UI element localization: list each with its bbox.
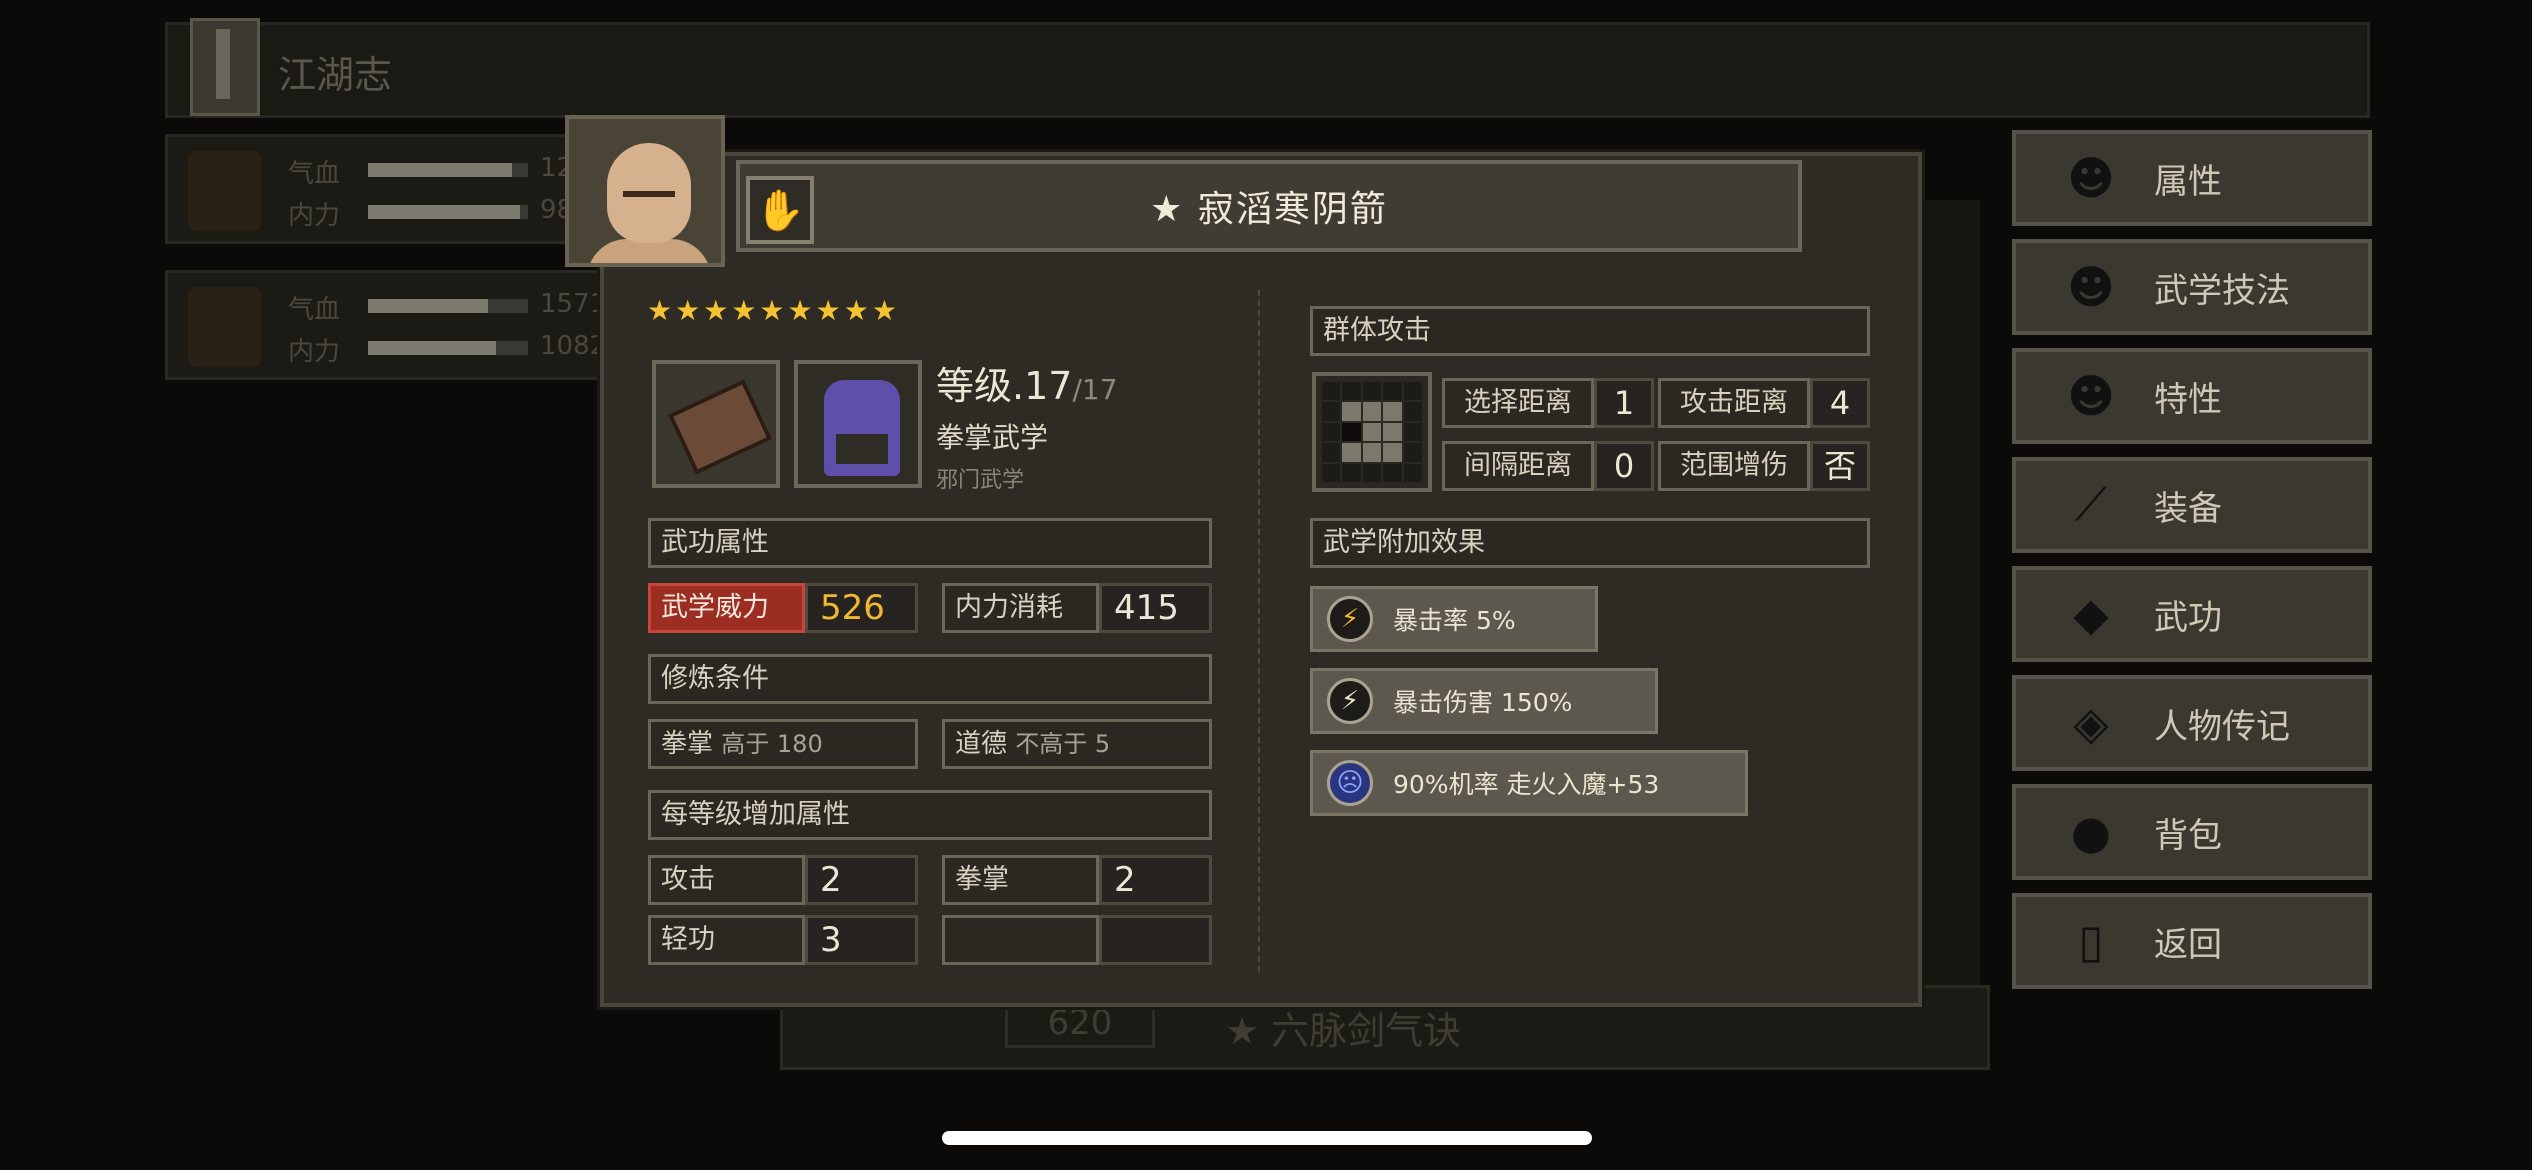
skill-title: ★ 寂滔寒阴箭	[1150, 189, 1388, 230]
stat-value: 否	[1810, 441, 1870, 491]
bag-icon: ●	[2070, 805, 2112, 859]
skill-book-icon[interactable]	[652, 360, 780, 488]
demon-face-icon: ☹	[1327, 760, 1373, 806]
skill-star-rating: ★★★★★★★★★	[647, 294, 900, 327]
hp-label: 气血	[288, 295, 341, 325]
person-aura-icon: ☻	[2067, 260, 2115, 314]
stat-value: 1	[1594, 378, 1654, 428]
stat-value	[1099, 915, 1212, 965]
hp-value: 1571	[540, 289, 607, 319]
menu-inventory-button[interactable]: ● 背包	[2012, 784, 2372, 880]
requirement-item: 拳掌 高于 180	[648, 719, 918, 769]
menu-equipment-button[interactable]: ⟋ 装备	[2012, 457, 2372, 553]
stat-value: 4	[1810, 378, 1870, 428]
power-value: 526	[805, 583, 918, 633]
target-type-header: 群体攻击	[1310, 306, 1870, 356]
book-icon: ◆	[2073, 587, 2109, 641]
skill-sect: 邪门武学	[936, 468, 1025, 493]
power-label: 武学威力	[648, 583, 805, 633]
palm-icon[interactable]: ✋	[746, 176, 814, 244]
mp-label: 内力	[288, 337, 341, 367]
stat-label	[942, 915, 1099, 965]
per-level-header: 每等级增加属性	[648, 790, 1212, 840]
menu-label: 武学技法	[2154, 270, 2290, 311]
menu-label: 人物传记	[2154, 706, 2290, 747]
menu-martial-arts-button[interactable]: ◆ 武功	[2012, 566, 2372, 662]
stat-value: 3	[805, 915, 918, 965]
menu-label: 武功	[2154, 597, 2222, 638]
menu-techniques-button[interactable]: ☻ 武学技法	[2012, 239, 2372, 335]
effects-header: 武学附加效果	[1310, 518, 1870, 568]
stat-label: 攻击	[648, 855, 805, 905]
menu-label: 装备	[2154, 488, 2222, 529]
skill-level: 等级.17/17	[936, 364, 1118, 408]
sword-icon: ⟋	[2074, 477, 2108, 531]
effect-text: 暴击伤害 150%	[1393, 688, 1573, 717]
effect-text: 90%机率 走火入魔+53	[1393, 770, 1660, 799]
character-portrait	[565, 115, 725, 267]
party-card[interactable]: 气血 12 内力 98	[165, 134, 615, 244]
person-icon: ☻	[2067, 151, 2115, 205]
requirements-header: 修炼条件	[648, 654, 1212, 704]
requirement-item: 道德 不高于 5	[942, 719, 1212, 769]
stat-value: 0	[1594, 441, 1654, 491]
menu-label: 属性	[2154, 161, 2222, 202]
party-avatar	[188, 151, 262, 231]
effect-item[interactable]: ⚡ 暴击率 5%	[1310, 586, 1598, 652]
menu-label: 特性	[2154, 379, 2222, 420]
effect-item[interactable]: ⚡ 暴击伤害 150%	[1310, 668, 1658, 734]
stat-label: 间隔距离	[1442, 441, 1594, 491]
lightning-icon: ⚡	[1327, 596, 1373, 642]
stat-label: 攻击距离	[1658, 378, 1810, 428]
column-divider	[1258, 290, 1260, 972]
door-icon: ▯	[2078, 914, 2104, 968]
menu-label: 背包	[2154, 815, 2222, 856]
target-range-grid	[1312, 372, 1432, 492]
evil-school-icon	[794, 360, 922, 488]
stat-value: 2	[1099, 855, 1212, 905]
party-card[interactable]: 气血 1571 内力 1082	[165, 270, 615, 380]
journal-title-bar	[165, 22, 2370, 118]
lightning-icon: ⚡	[1327, 678, 1373, 724]
journal-title: 江湖志	[278, 53, 393, 97]
mp-bar	[368, 205, 528, 219]
menu-traits-button[interactable]: ☻ 特性	[2012, 348, 2372, 444]
stat-label: 选择距离	[1442, 378, 1594, 428]
stat-label: 拳掌	[942, 855, 1099, 905]
hp-bar	[368, 163, 528, 177]
attributes-header: 武功属性	[648, 518, 1212, 568]
menu-biography-button[interactable]: ◈ 人物传记	[2012, 675, 2372, 771]
cost-value: 415	[1099, 583, 1212, 633]
menu-back-button[interactable]: ▯ 返回	[2012, 893, 2372, 989]
party-avatar	[188, 287, 262, 367]
stat-label: 轻功	[648, 915, 805, 965]
mp-bar	[368, 341, 528, 355]
effect-text: 暴击率 5%	[1393, 606, 1516, 635]
journal-book-icon	[190, 18, 260, 116]
background-skill-value: 620	[1005, 1000, 1155, 1048]
menu-label: 返回	[2154, 924, 2222, 965]
hp-label: 气血	[288, 159, 341, 189]
menu-attributes-button[interactable]: ☻ 属性	[2012, 130, 2372, 226]
home-indicator[interactable]	[942, 1131, 1592, 1145]
mp-value: 1082	[540, 331, 607, 361]
cost-label: 内力消耗	[942, 583, 1099, 633]
stat-label: 范围增伤	[1658, 441, 1810, 491]
stat-value: 2	[805, 855, 918, 905]
scroll-icon: ◈	[2073, 696, 2109, 750]
background-skill-name: ★ 六脉剑气诀	[1225, 1009, 1462, 1053]
person-trait-icon: ☻	[2067, 369, 2115, 423]
effect-item[interactable]: ☹ 90%机率 走火入魔+53	[1310, 750, 1748, 816]
mp-label: 内力	[288, 201, 341, 231]
skill-category: 拳掌武学	[936, 421, 1049, 454]
hp-bar	[368, 299, 528, 313]
